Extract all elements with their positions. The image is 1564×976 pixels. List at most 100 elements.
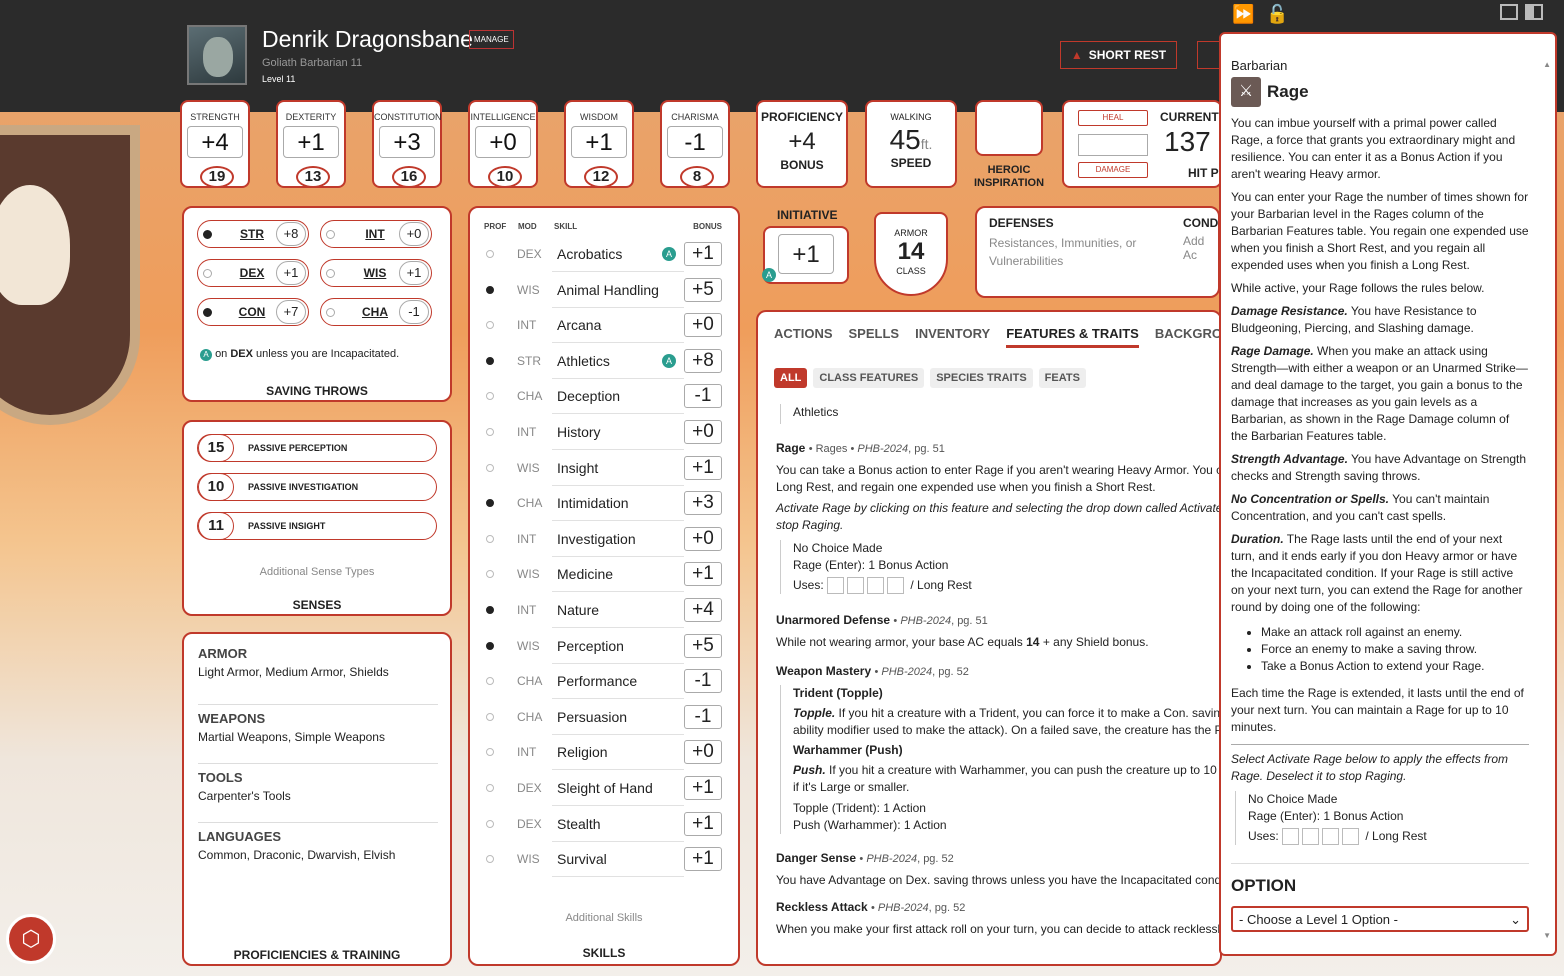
use-checkbox[interactable] — [827, 577, 845, 595]
damage-button[interactable]: DAMAGE — [1078, 162, 1148, 178]
heal-button[interactable]: HEAL — [1078, 110, 1148, 126]
skill-row[interactable]: WIS Animal Handling +5 — [484, 272, 724, 308]
tab-features-traits[interactable]: FEATURES & TRAITS — [1006, 326, 1139, 348]
push-text: Push. If you hit a creature with Warhamm… — [793, 763, 1222, 795]
ability-charisma[interactable]: CHARISMA -1 8 — [660, 100, 730, 188]
skill-row[interactable]: CHA Persuasion -1 — [484, 699, 724, 735]
note-dex: DEX — [230, 348, 253, 360]
note-post: unless you are Incapacitated. — [252, 348, 400, 360]
ability-dexterity[interactable]: DEXTERITY +1 13 — [276, 100, 346, 188]
unarmored-defense-title[interactable]: Unarmored Defense — [776, 613, 890, 627]
skill-row[interactable]: INT Arcana +0 — [484, 307, 724, 344]
use-checkbox[interactable] — [1302, 828, 1320, 846]
additional-skills[interactable]: Additional Skills — [470, 912, 738, 924]
proficiency-value: Carpenter's Tools — [198, 789, 291, 803]
rage-title[interactable]: Rage — [776, 441, 805, 455]
saving-throw-ability: DEX — [239, 266, 265, 280]
walking-speed-box: WALKING 45ft. SPEED — [865, 100, 957, 188]
tab-actions[interactable]: ACTIONS — [774, 326, 833, 348]
panel-strength-advantage: Strength Advantage. You have Advantage o… — [1231, 452, 1527, 483]
skill-row[interactable]: DEX Stealth +1 — [484, 806, 724, 842]
scroll-down-icon[interactable]: ▼ — [1543, 931, 1551, 940]
saving-throw-int[interactable]: INT +0 — [320, 220, 432, 248]
skill-row[interactable]: INT Religion +0 — [484, 734, 724, 771]
panel-no-choice[interactable]: No Choice Made — [1248, 791, 1529, 808]
dice-roller-button[interactable]: ⬡ — [6, 914, 56, 964]
reckless-attack-title[interactable]: Reckless Attack — [776, 900, 868, 914]
scroll-up-icon[interactable]: ▲ — [1543, 60, 1551, 69]
no-choice[interactable]: No Choice Made — [793, 540, 1220, 557]
lock-icon[interactable]: 🔓 — [1266, 4, 1288, 25]
layout-split-icon[interactable] — [1525, 4, 1543, 20]
hp-amount-input[interactable] — [1078, 134, 1148, 156]
layout-single-icon[interactable] — [1500, 4, 1518, 20]
panel-uses: Uses: / Long Rest — [1248, 828, 1529, 846]
rage-uses: Uses: / Long Rest — [793, 577, 1220, 595]
weapon-mastery-title[interactable]: Weapon Mastery — [776, 664, 871, 678]
campfire-icon: ▲ — [1070, 48, 1083, 62]
skill-modifier: WIS — [517, 638, 540, 653]
option-select[interactable]: - Choose a Level 1 Option - ⌄ — [1231, 906, 1529, 933]
ability-strength[interactable]: STRENGTH +4 19 — [180, 100, 250, 188]
ability-label: WISDOM — [580, 112, 618, 122]
saving-throw-wis[interactable]: WIS +1 — [320, 259, 432, 287]
skill-row[interactable]: CHA Deception -1 — [484, 378, 724, 415]
skill-row[interactable]: WIS Survival +1 — [484, 841, 724, 878]
skill-row[interactable]: INT History +0 — [484, 414, 724, 450]
use-checkbox[interactable] — [1342, 828, 1360, 846]
tab-background[interactable]: BACKGROUND — [1155, 326, 1220, 348]
ability-intelligence[interactable]: INTELLIGENCE +0 10 — [468, 100, 538, 188]
skill-row[interactable]: DEX Sleight of Hand +1 — [484, 770, 724, 806]
additional-sense-types[interactable]: Additional Sense Types — [184, 566, 450, 578]
proficiency-dot — [486, 748, 494, 757]
ability-constitution[interactable]: CONSTITUTION +3 16 — [372, 100, 442, 188]
skill-row[interactable]: STR Athletics A +8 — [484, 343, 724, 379]
manage-button[interactable]: MANAGE — [469, 30, 514, 49]
use-checkbox[interactable] — [867, 577, 885, 595]
proficiency-heading: LANGUAGES — [198, 829, 282, 844]
skill-name: Deception — [557, 388, 621, 405]
skill-modifier: WIS — [517, 567, 540, 582]
skill-modifier: DEX — [517, 781, 542, 795]
ability-wisdom[interactable]: WISDOM +1 12 — [564, 100, 634, 188]
saving-throw-str[interactable]: STR +8 — [197, 220, 309, 248]
avatar[interactable] — [187, 25, 247, 85]
tab-inventory[interactable]: INVENTORY — [915, 326, 990, 348]
hp-current-value[interactable]: 137 — [1164, 126, 1211, 158]
fast-forward-icon[interactable]: ⏩ — [1232, 4, 1254, 25]
skill-row[interactable]: WIS Insight +1 — [484, 450, 724, 486]
subtab-class-features[interactable]: CLASS FEATURES — [813, 368, 925, 388]
skill-row[interactable]: DEX Acrobatics A +1 — [484, 236, 724, 272]
subtab-all[interactable]: ALL — [774, 368, 808, 388]
proficiency-bonus-box: PROFICIENCY +4 BONUS — [756, 100, 848, 188]
ability-label: CHARISMA — [671, 112, 719, 122]
use-checkbox[interactable] — [1282, 828, 1300, 846]
subtab-species-traits[interactable]: SPECIES TRAITS — [930, 368, 1033, 388]
skill-row[interactable]: INT Nature +4 — [484, 592, 724, 628]
panel-no-concentration: No Concentration or Spells. You can't ma… — [1231, 492, 1490, 523]
rage-book: PHB-2024 — [857, 443, 909, 455]
subtab-feats[interactable]: FEATS — [1038, 368, 1086, 388]
saving-throw-con[interactable]: CON +7 — [197, 298, 309, 326]
use-checkbox[interactable] — [1322, 828, 1340, 846]
skill-bonus: +1 — [684, 847, 722, 872]
skill-row[interactable]: CHA Intimidation +3 — [484, 485, 724, 522]
use-checkbox[interactable] — [847, 577, 865, 595]
danger-sense-title[interactable]: Danger Sense — [776, 851, 856, 865]
ability-score: 10 — [488, 166, 522, 188]
saving-throw-dex[interactable]: DEX +1 — [197, 259, 309, 287]
proficiency-dot — [486, 712, 494, 721]
skill-row[interactable]: WIS Medicine +1 — [484, 556, 724, 593]
defenses-panel[interactable]: DEFENSES Resistances, Immunities, or Vul… — [975, 206, 1222, 298]
heroic-inspiration-box[interactable] — [975, 100, 1043, 156]
use-checkbox[interactable] — [887, 577, 905, 595]
skill-row[interactable]: CHA Performance -1 — [484, 663, 724, 700]
skill-row[interactable]: INT Investigation +0 — [484, 521, 724, 557]
short-rest-button[interactable]: ▲ SHORT REST — [1060, 41, 1177, 69]
skill-row[interactable]: WIS Perception +5 — [484, 628, 724, 664]
skill-modifier: CHA — [517, 674, 543, 689]
tab-spells[interactable]: SPELLS — [849, 326, 900, 348]
proficiency-dot — [486, 428, 494, 436]
saving-throw-cha[interactable]: CHA -1 — [320, 298, 432, 326]
panel-p2: You can enter your Rage the number of ti… — [1231, 190, 1529, 272]
